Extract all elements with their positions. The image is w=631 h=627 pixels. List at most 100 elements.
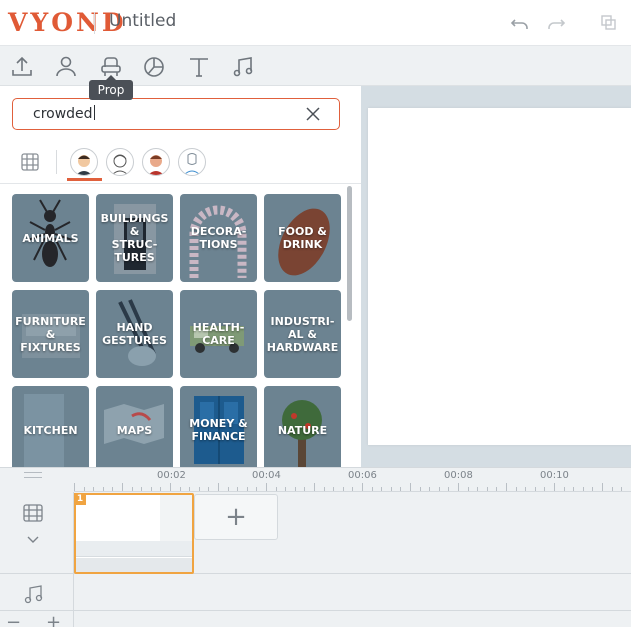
ruler-tick <box>582 487 584 491</box>
ruler-tick <box>179 487 181 491</box>
clear-search-icon[interactable] <box>305 106 321 122</box>
ruler-label: 00:10 <box>540 470 569 481</box>
category-label: FURNITURE & FIXTURES <box>15 314 86 354</box>
category-industrial[interactable]: INDUSTRI- AL & HARDWARE <box>264 290 341 378</box>
text-icon[interactable] <box>185 53 213 81</box>
ruler-tick <box>141 487 143 491</box>
style-infographic-icon[interactable] <box>178 148 206 176</box>
timeline-ruler[interactable]: 00:02 00:04 00:06 00:08 00:10 <box>74 468 631 492</box>
ruler-tick <box>131 487 133 491</box>
scene-track-strip <box>76 541 192 557</box>
undo-icon[interactable] <box>509 12 531 34</box>
top-bar: VYOND Untitled <box>0 0 631 46</box>
ruler-tick <box>362 483 363 491</box>
category-food-drink[interactable]: FOOD & DRINK <box>264 194 341 282</box>
category-nature[interactable]: NATURE <box>264 386 341 467</box>
document-title[interactable]: Untitled <box>109 11 176 31</box>
ruler-tick <box>189 487 191 491</box>
ruler-tick <box>563 487 565 491</box>
ruler-tick <box>506 483 507 491</box>
ruler-tick <box>218 483 219 491</box>
category-maps[interactable]: MAPS <box>96 386 173 467</box>
category-kitchen[interactable]: KITCHEN <box>12 386 89 467</box>
ruler-tick <box>410 483 411 491</box>
category-label: INDUSTRI- AL & HARDWARE <box>266 314 339 354</box>
category-label: DECORA- TIONS <box>190 225 247 251</box>
category-furniture[interactable]: FURNITURE & FIXTURES <box>12 290 89 378</box>
redo-icon[interactable] <box>545 12 567 34</box>
category-money-finance[interactable]: MONEY & FINANCE <box>180 386 257 467</box>
category-grid: ANIMALS BUILDINGS & STRUC- TURES DECORA-… <box>0 182 345 467</box>
ruler-tick <box>352 487 354 491</box>
timeline-resize-handle[interactable] <box>24 472 42 478</box>
scene-thumbnail[interactable] <box>74 493 194 574</box>
ruler-tick <box>102 487 104 491</box>
library-panel: crowded ANIMALS BUILDINGS & STRUC- TURES… <box>0 86 361 467</box>
scene-track-strip <box>76 558 192 572</box>
ruler-tick <box>381 487 383 491</box>
category-decorations[interactable]: DECORA- TIONS <box>180 194 257 282</box>
ruler-tick <box>534 487 536 491</box>
ruler-tick <box>467 487 469 491</box>
add-scene-button[interactable]: + <box>194 494 278 540</box>
stage-canvas[interactable] <box>368 108 631 445</box>
category-buildings[interactable]: BUILDINGS & STRUC- TURES <box>96 194 173 282</box>
style-contemporary-icon[interactable] <box>70 148 98 176</box>
style-whiteboard-icon[interactable] <box>106 148 134 176</box>
ruler-tick <box>208 487 210 491</box>
ruler-tick <box>246 487 248 491</box>
ruler-tick <box>602 483 603 491</box>
ruler-tick <box>611 487 613 491</box>
ruler-tick <box>515 487 517 491</box>
ruler-tick <box>256 487 258 491</box>
ruler-label: 00:04 <box>252 470 281 481</box>
title-divider <box>94 12 95 34</box>
ruler-tick <box>266 483 267 491</box>
ruler-tick <box>458 483 459 491</box>
ruler-tick <box>314 483 315 491</box>
ruler-tick <box>429 487 431 491</box>
category-healthcare[interactable]: HEALTH- CARE <box>180 290 257 378</box>
duplicate-icon[interactable] <box>598 12 620 34</box>
zoom-out-button[interactable]: − <box>6 612 21 627</box>
chart-icon[interactable] <box>140 53 168 81</box>
search-value: crowded <box>33 106 93 122</box>
ruler-tick <box>285 487 287 491</box>
ruler-tick <box>93 487 95 491</box>
ruler-tick <box>275 487 277 491</box>
search-input[interactable]: crowded <box>12 98 340 130</box>
ruler-tick <box>486 487 488 491</box>
ruler-label: 00:06 <box>348 470 377 481</box>
ruler-tick <box>496 487 498 491</box>
audio-icon[interactable] <box>229 53 257 81</box>
category-label: BUILDINGS & STRUC- TURES <box>100 212 169 264</box>
ruler-tick <box>438 487 440 491</box>
category-label: MAPS <box>116 423 153 437</box>
category-label: HAND GESTURES <box>102 321 167 347</box>
timeline: 00:02 00:04 00:06 00:08 00:10 − + 1 + <box>0 467 631 627</box>
scene-track-icon[interactable] <box>22 502 44 524</box>
ruler-tick <box>448 487 450 491</box>
upload-icon[interactable] <box>8 53 36 81</box>
character-icon[interactable] <box>52 53 80 81</box>
ruler-label: 00:08 <box>444 470 473 481</box>
style-divider <box>56 150 57 174</box>
library-scroll-thumb[interactable] <box>347 186 352 321</box>
ruler-tick <box>477 487 479 491</box>
ruler-tick <box>554 483 555 491</box>
category-hand-gestures[interactable]: HAND GESTURES <box>96 290 173 378</box>
grid-view-icon[interactable] <box>20 152 40 172</box>
audio-track-icon[interactable] <box>22 582 44 606</box>
category-label: FOOD & DRINK <box>278 225 327 251</box>
ruler-tick <box>400 487 402 491</box>
zoom-in-button[interactable]: + <box>46 612 61 627</box>
chevron-down-icon[interactable] <box>26 530 40 543</box>
ruler-label: 00:02 <box>157 470 186 481</box>
scene-preview-shade <box>160 495 192 541</box>
ruler-tick <box>544 487 546 491</box>
category-animals[interactable]: ANIMALS <box>12 194 89 282</box>
ruler-tick <box>83 487 85 491</box>
style-business-icon[interactable] <box>142 148 170 176</box>
category-label: ANIMALS <box>22 231 79 245</box>
ruler-tick <box>294 487 296 491</box>
